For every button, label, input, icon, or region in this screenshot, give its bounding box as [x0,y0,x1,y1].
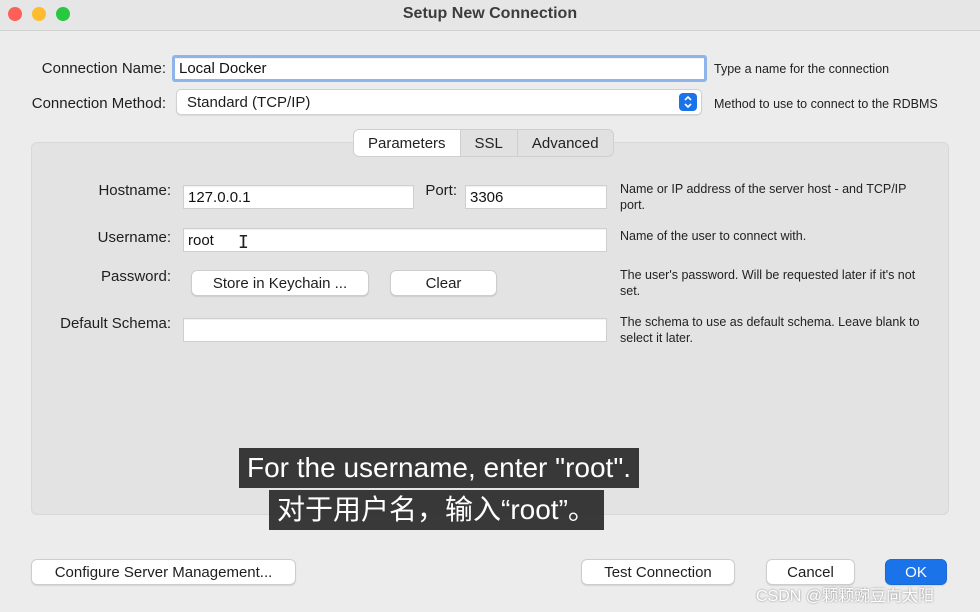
port-input[interactable]: 3306 [465,185,607,209]
username-value: root [188,231,214,249]
tab-ssl[interactable]: SSL [461,130,518,156]
chevron-up-down-icon [679,93,697,111]
text-cursor-icon: I [238,232,249,253]
connection-name-hint: Type a name for the connection [714,62,890,76]
tab-advanced[interactable]: Advanced [518,130,613,156]
hostname-value: 127.0.0.1 [188,188,251,206]
default-schema-hint: The schema to use as default schema. Lea… [620,315,920,345]
connection-method-label: Connection Method: [31,95,166,112]
port-value: 3306 [470,188,504,206]
password-label: Password: [100,268,171,285]
default-schema-input[interactable] [183,318,607,342]
username-label: Username: [97,229,171,246]
connection-method-value: Standard (TCP/IP) [187,93,311,111]
default-schema-label: Default Schema: [60,315,171,332]
connection-name-input[interactable]: Local Docker [172,55,707,82]
connection-name-value: Local Docker [179,60,267,77]
hostname-label: Hostname: [98,182,171,199]
configure-server-management-button[interactable]: Configure Server Management... [31,559,296,585]
subtitle-english: For the username, enter "root". [239,448,640,488]
hostname-hint: Name or IP address of the server host - … [620,182,907,212]
hostname-input[interactable]: 127.0.0.1 [183,185,414,209]
window-title: Setup New Connection [402,5,578,22]
connection-name-label: Connection Name: [41,60,166,77]
tab-bar: Parameters SSL Advanced [353,129,614,157]
password-hint: The user's password. Will be requested l… [620,268,916,298]
username-hint: Name of the user to connect with. [620,229,807,243]
connection-method-hint: Method to use to connect to the RDBMS [714,97,938,111]
connection-method-select[interactable]: Standard (TCP/IP) [176,89,702,115]
clear-password-button[interactable]: Clear [390,270,497,296]
tab-parameters[interactable]: Parameters [354,130,461,156]
store-in-keychain-button[interactable]: Store in Keychain ... [191,270,369,296]
subtitle-chinese: 对于用户名，输入“root”。 [269,490,604,530]
port-label: Port: [425,182,457,199]
title-bar: Setup New Connection [0,0,980,31]
test-connection-button[interactable]: Test Connection [581,559,735,585]
watermark: CSDN @颗颗豌豆向太阳 [756,588,935,605]
